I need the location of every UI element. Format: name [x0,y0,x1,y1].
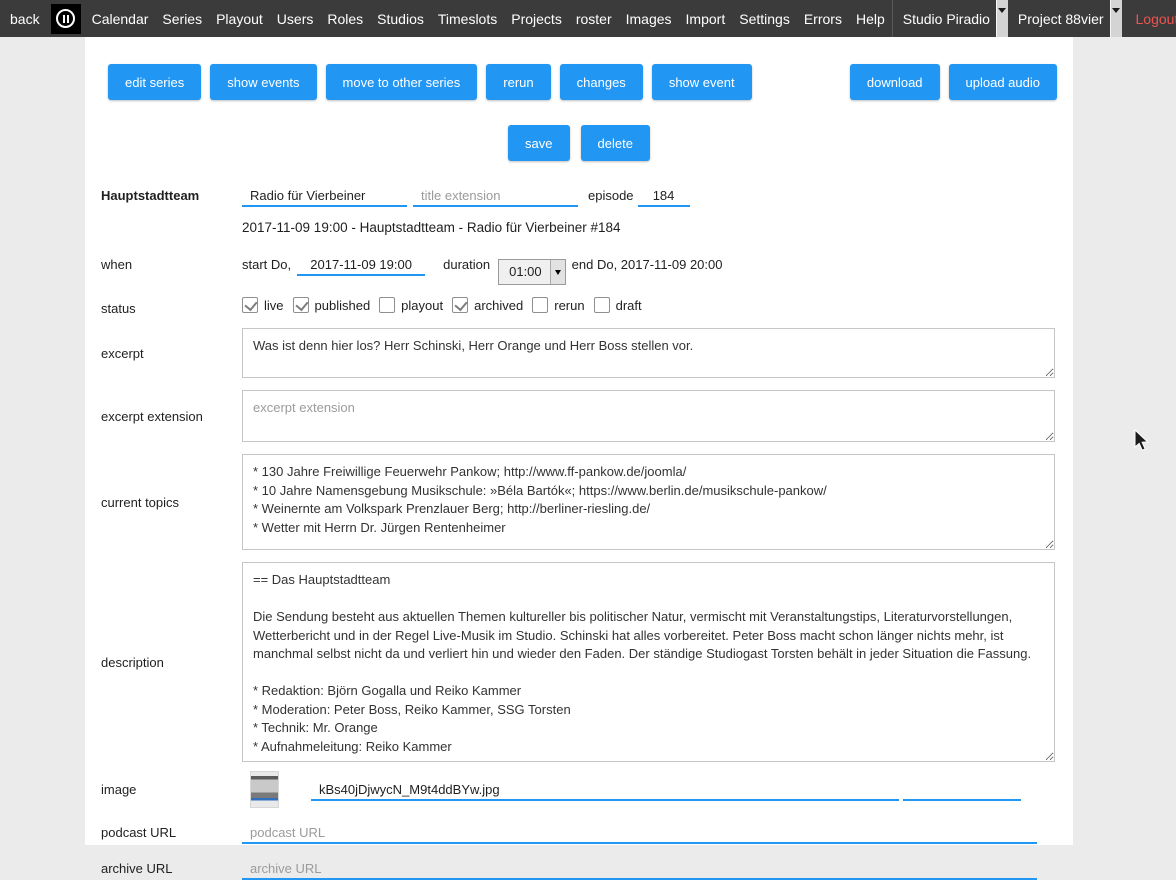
excerpt-textarea[interactable]: Was ist denn hier los? Herr Schinski, He… [242,328,1055,378]
chevron-down-icon[interactable] [996,0,1008,37]
logout-link[interactable]: Logout [1122,11,1176,27]
delete-button[interactable]: delete [581,125,650,161]
project-select-value: Project 88vier [1018,11,1110,27]
excerpt-extension-label: excerpt extension [85,409,242,424]
image-label: image [85,782,242,797]
upload-audio-button[interactable]: upload audio [949,64,1057,100]
end-label: end Do, 2017-11-09 20:00 [572,257,723,272]
start-label: start Do, [242,257,291,272]
nav-item-timeslots[interactable]: Timeslots [431,11,504,27]
description-textarea[interactable]: == Das Hauptstadtteam Die Sendung besteh… [242,562,1055,762]
checkbox-published[interactable] [293,297,309,313]
edit-series-button[interactable]: edit series [108,64,201,100]
chevron-down-icon[interactable] [1110,0,1122,37]
pause-in-circle-icon [56,9,75,28]
when-row: when start Do, duration 01:00 end Do, 20… [85,252,1073,278]
status-option-draft: draft [594,297,642,313]
top-nav: back Calendar Series Playout Users Roles… [0,0,1176,37]
chevron-down-icon[interactable] [550,260,565,284]
save-button[interactable]: save [508,125,569,161]
image-row: image [85,771,1073,808]
excerpt-row: excerpt Was ist denn hier los? Herr Schi… [85,328,1073,378]
checkbox-live[interactable] [242,297,258,313]
archive-url-label: archive URL [85,861,242,876]
mouse-cursor-icon [1133,429,1153,453]
nav-item-playout[interactable]: Playout [209,11,270,27]
nav-item-errors[interactable]: Errors [797,11,849,27]
toolbar: edit series show events move to other se… [108,64,1057,100]
excerpt-extension-textarea[interactable] [242,390,1055,442]
save-delete-row: save delete [85,125,1073,161]
status-option-published: published [293,297,371,313]
studio-select-value: Studio Piradio [903,11,996,27]
status-option-playout: playout [379,297,443,313]
changes-button[interactable]: changes [560,64,643,100]
description-label: description [85,655,242,670]
show-event-button[interactable]: show event [652,64,752,100]
broadcast-summary-line: 2017-11-09 19:00 - Hauptstadtteam - Radi… [85,220,1073,235]
nav-item-back[interactable]: back [0,11,47,27]
checkbox-playout[interactable] [379,297,395,313]
image-filename-input[interactable] [311,779,899,801]
download-button[interactable]: download [850,64,940,100]
image-extra-input[interactable] [903,779,1021,801]
status-option-rerun: rerun [532,297,584,313]
image-thumbnail[interactable] [250,771,279,808]
nav-item-studios[interactable]: Studios [370,11,431,27]
archive-url-row: archive URL [85,858,1073,880]
duration-select[interactable]: 01:00 [498,259,566,285]
studio-select[interactable]: Studio Piradio [893,0,1008,37]
nav-item-calendar[interactable]: Calendar [85,11,156,27]
checkbox-playout-label: playout [401,298,443,313]
status-option-live: live [242,297,284,313]
when-label: when [85,257,242,272]
checkbox-rerun-label: rerun [554,298,584,313]
description-row: description == Das Hauptstadtteam Die Se… [85,562,1073,762]
title-input[interactable] [242,185,407,207]
current-topics-label: current topics [85,495,242,510]
piradio-logo-icon[interactable] [51,4,81,34]
checkbox-published-label: published [315,298,371,313]
nav-item-help[interactable]: Help [849,11,892,27]
podcast-url-label: podcast URL [85,825,242,840]
current-topics-textarea[interactable]: * 130 Jahre Freiwillige Feuerwehr Pankow… [242,454,1055,550]
checkbox-draft-label: draft [616,298,642,313]
podcast-url-input[interactable] [242,822,1037,844]
checkbox-archived-label: archived [474,298,523,313]
checkbox-live-label: live [264,298,284,313]
nav-item-images[interactable]: Images [619,11,679,27]
checkbox-archived[interactable] [452,297,468,313]
excerpt-extension-row: excerpt extension [85,390,1073,442]
podcast-url-row: podcast URL [85,822,1073,844]
status-label: status [85,301,242,316]
episode-input[interactable] [638,185,690,207]
checkbox-draft[interactable] [594,297,610,313]
current-topics-row: current topics * 130 Jahre Freiwillige F… [85,454,1073,550]
nav-item-roster[interactable]: roster [569,11,619,27]
title-row: Hauptstadtteam episode [85,185,1073,207]
show-events-button[interactable]: show events [210,64,316,100]
nav-item-settings[interactable]: Settings [732,11,797,27]
move-to-other-series-button[interactable]: move to other series [326,64,478,100]
status-option-archived: archived [452,297,523,313]
project-select[interactable]: Project 88vier [1008,0,1122,37]
nav-item-projects[interactable]: Projects [504,11,569,27]
nav-item-series[interactable]: Series [155,11,209,27]
checkbox-rerun[interactable] [532,297,548,313]
start-datetime-input[interactable] [297,254,425,276]
episode-label: episode [588,188,634,203]
rerun-button[interactable]: rerun [486,64,550,100]
nav-item-roles[interactable]: Roles [320,11,370,27]
status-row: status live published playout archived r… [85,297,1073,316]
broadcast-edit-panel: edit series show events move to other se… [85,37,1073,845]
title-extension-input[interactable] [413,185,578,207]
duration-label: duration [443,257,490,272]
nav-item-users[interactable]: Users [270,11,321,27]
duration-select-value: 01:00 [499,260,550,284]
series-name-label: Hauptstadtteam [85,188,242,203]
excerpt-label: excerpt [85,346,242,361]
nav-item-import[interactable]: Import [679,11,733,27]
archive-url-input[interactable] [242,858,1037,880]
